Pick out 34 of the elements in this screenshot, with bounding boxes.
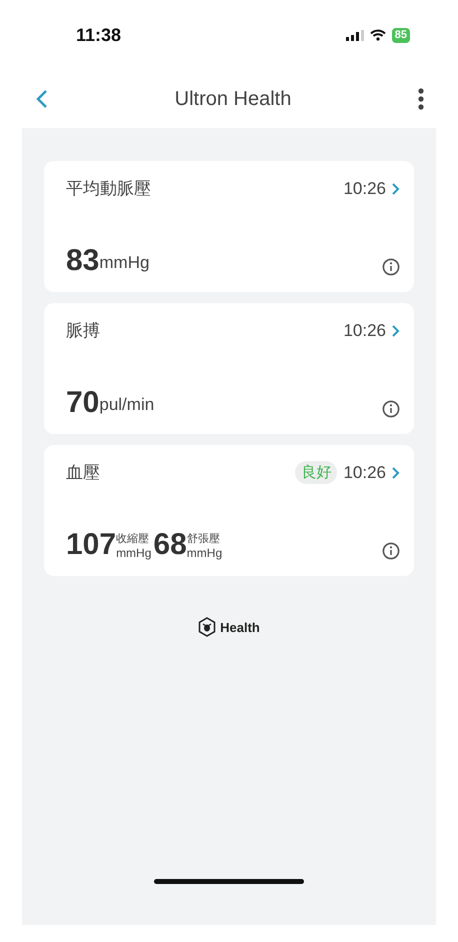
card-title: 血壓: [66, 462, 100, 484]
more-button[interactable]: [418, 88, 424, 110]
reading-caption: 收縮壓: [116, 532, 150, 546]
reading-unit: pul/min: [99, 395, 154, 415]
reading-unit: mmHg: [116, 546, 152, 560]
card-time: 10:26: [343, 320, 386, 340]
status-time: 11:38: [76, 24, 122, 46]
card-time: 10:26: [343, 462, 386, 482]
reading-value: 107: [66, 530, 116, 560]
reading-caption: 舒張壓: [186, 532, 221, 546]
reading-unit: mmHg: [186, 546, 222, 560]
page-title: Ultron Health: [174, 88, 292, 110]
battery-indicator: 85: [392, 28, 410, 42]
measurement-card[interactable]: 脈搏 10:26 70pul/min: [44, 303, 414, 434]
brand-name: Health: [220, 620, 260, 634]
card-title: 平均動脈壓: [66, 178, 151, 200]
chevron-right-icon: [392, 182, 400, 194]
reading-unit: mmHg: [99, 253, 150, 273]
hexagon-logo-icon: [198, 617, 216, 637]
back-button[interactable]: [36, 89, 48, 109]
reading-value: 70: [66, 388, 100, 418]
measurement-card[interactable]: 平均動脈壓 10:26 83mmHg: [44, 161, 414, 292]
signal-icon: [346, 30, 364, 40]
chevron-right-icon: [392, 466, 400, 478]
info-icon[interactable]: [382, 258, 400, 276]
chevron-right-icon: [392, 324, 400, 336]
status-badge: 良好: [295, 461, 338, 484]
card-title: 脈搏: [66, 320, 100, 342]
info-icon[interactable]: [382, 400, 400, 418]
wifi-icon: [370, 29, 386, 41]
reading-value: 68: [153, 530, 187, 560]
reading-value: 83: [66, 246, 100, 276]
card-time: 10:26: [343, 178, 386, 198]
info-icon[interactable]: [382, 542, 400, 560]
